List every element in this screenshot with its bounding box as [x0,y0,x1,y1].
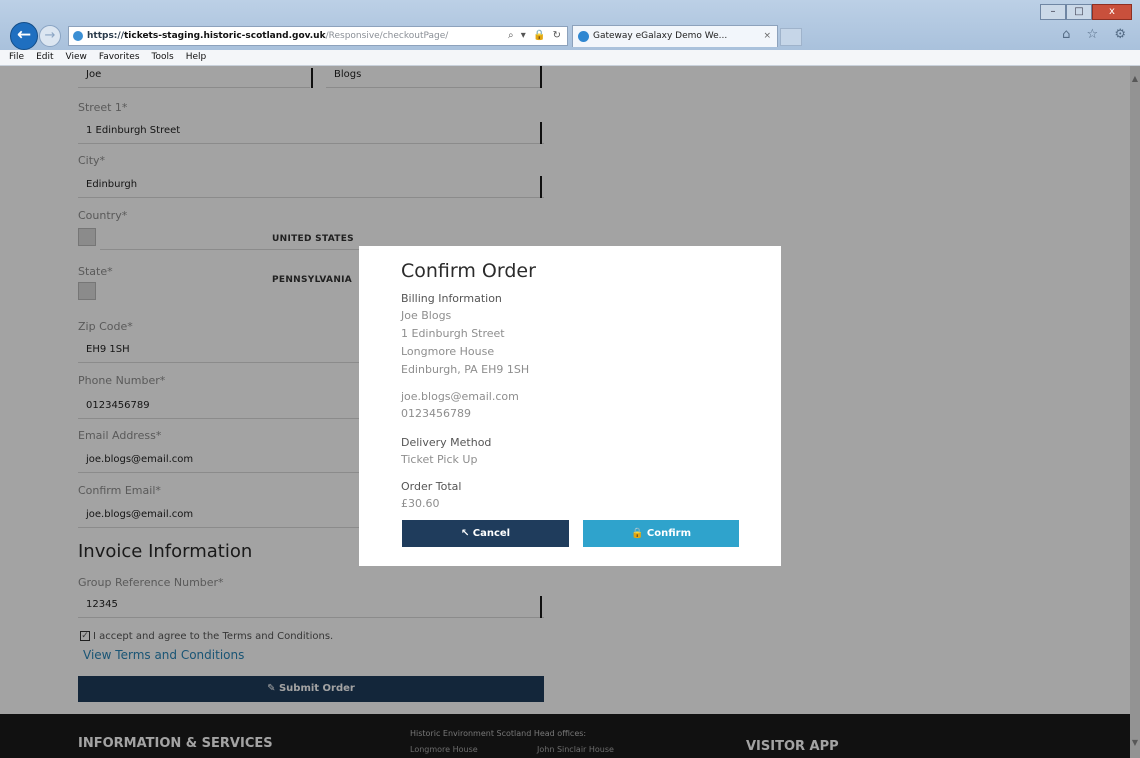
billing-house: Longmore House [401,345,495,358]
back-button[interactable]: ← [10,22,38,50]
delivery-heading: Delivery Method [401,436,492,449]
billing-street: 1 Edinburgh Street [401,327,505,340]
billing-name: Joe Blogs [401,309,452,322]
order-total-heading: Order Total [401,480,462,493]
window-controls: – □ x [1040,4,1132,20]
billing-phone: 0123456789 [401,407,471,420]
url-path: /Responsive/checkoutPage/ [325,31,449,41]
forward-button[interactable]: → [39,25,61,47]
dialog-title: Confirm Order [401,260,536,282]
menu-file[interactable]: File [3,50,30,65]
cancel-button[interactable]: ↖ Cancel [402,520,569,547]
minimize-button[interactable]: – [1040,4,1066,20]
menu-view[interactable]: View [60,50,93,65]
address-bar-controls[interactable]: ⌕ ▾ 🔒 ↻ [508,27,563,45]
menu-favorites[interactable]: Favorites [93,50,146,65]
order-total-value: £30.60 [401,497,440,510]
url-protocol: https:// [87,31,124,41]
close-window-button[interactable]: x [1092,4,1132,20]
menu-bar: File Edit View Favorites Tools Help [0,50,1140,66]
toolbar-icons[interactable]: ⌂ ☆ ⚙ [1062,27,1132,42]
billing-email: joe.blogs@email.com [401,390,519,403]
site-favicon-icon [73,31,83,41]
browser-tab[interactable]: Gateway eGalaxy Demo We... × [572,25,778,47]
tab-title: Gateway eGalaxy Demo We... [593,31,728,41]
confirm-button[interactable]: 🔒 Confirm [583,520,739,547]
menu-edit[interactable]: Edit [30,50,59,65]
new-tab-button[interactable] [780,28,802,46]
menu-help[interactable]: Help [180,50,213,65]
billing-heading: Billing Information [401,292,502,305]
confirm-order-dialog: Confirm Order Billing Information Joe Bl… [359,246,781,566]
billing-city: Edinburgh, PA EH9 1SH [401,363,530,376]
back-arrow-icon: ← [16,25,32,45]
address-bar[interactable]: https://tickets-staging.historic-scotlan… [68,26,568,46]
delivery-value: Ticket Pick Up [401,453,478,466]
tab-favicon-icon [578,31,589,42]
forward-arrow-icon: → [44,28,56,43]
tab-close-icon[interactable]: × [763,26,771,46]
menu-tools[interactable]: Tools [146,50,180,65]
browser-titlebar: ← → https://tickets-staging.historic-sco… [0,0,1140,50]
maximize-button[interactable]: □ [1066,4,1092,20]
url-host: tickets-staging.historic-scotland.gov.uk [123,31,326,41]
